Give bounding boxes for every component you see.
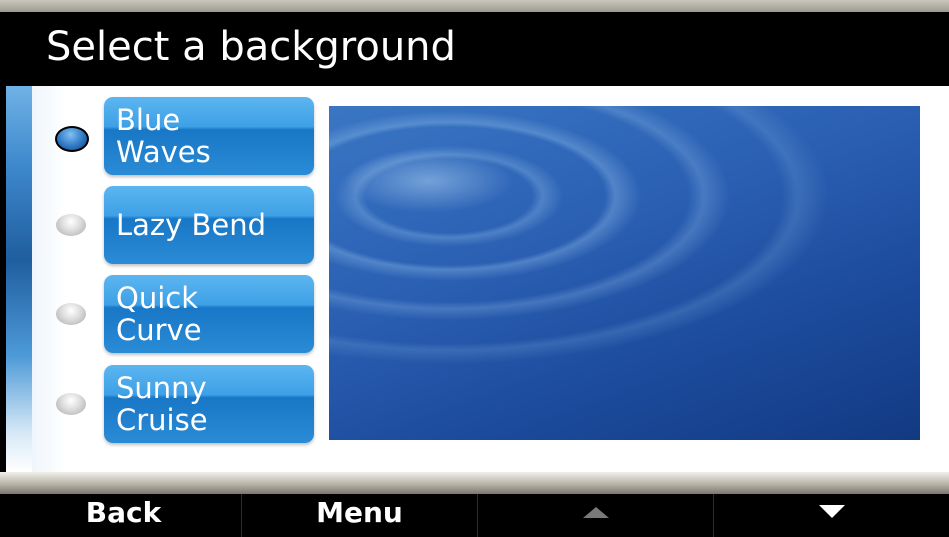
page-title: Select a background [46, 24, 456, 70]
top-frame-strip [0, 0, 949, 12]
option-button-sunny-cruise[interactable]: Sunny Cruise [104, 365, 314, 443]
title-bar: Select a background [6, 12, 949, 86]
option-label-line2: Cruise [116, 403, 208, 437]
option-blue-waves[interactable]: Blue Waves [6, 97, 336, 177]
back-button[interactable]: Back [6, 494, 242, 537]
arrow-down-icon [818, 505, 845, 518]
option-sunny-cruise[interactable]: Sunny Cruise [6, 365, 336, 445]
option-quick-curve[interactable]: Quick Curve [6, 275, 336, 355]
menu-button[interactable]: Menu [242, 494, 478, 537]
option-button-lazy-bend[interactable]: Lazy Bend [104, 186, 314, 264]
radio-unselected-icon[interactable] [56, 393, 86, 415]
option-label-line2: Curve [116, 313, 202, 347]
option-lazy-bend[interactable]: Lazy Bend [6, 186, 336, 266]
option-label-line1: Blue [116, 103, 181, 137]
scroll-down-button[interactable] [714, 494, 949, 537]
arrow-up-icon [582, 507, 609, 518]
radio-selected-icon[interactable] [55, 126, 89, 152]
option-label-line1: Lazy Bend [116, 208, 267, 242]
radio-unselected-icon[interactable] [56, 214, 86, 236]
back-button-label: Back [85, 496, 162, 529]
option-label-line1: Sunny [116, 371, 207, 405]
option-label-line1: Quick [116, 281, 199, 315]
background-preview-image [329, 106, 920, 440]
option-label-line2: Waves [116, 135, 211, 169]
background-selection-panel: Blue Waves Lazy Bend Quick Curve Sunny C… [6, 86, 949, 472]
softkey-bar: Back Menu [6, 494, 949, 537]
menu-button-label: Menu [316, 496, 403, 529]
radio-unselected-icon[interactable] [56, 303, 86, 325]
option-button-blue-waves[interactable]: Blue Waves [104, 97, 314, 175]
bottom-frame-strip [0, 472, 949, 494]
scroll-up-button[interactable] [478, 494, 714, 537]
option-button-quick-curve[interactable]: Quick Curve [104, 275, 314, 353]
